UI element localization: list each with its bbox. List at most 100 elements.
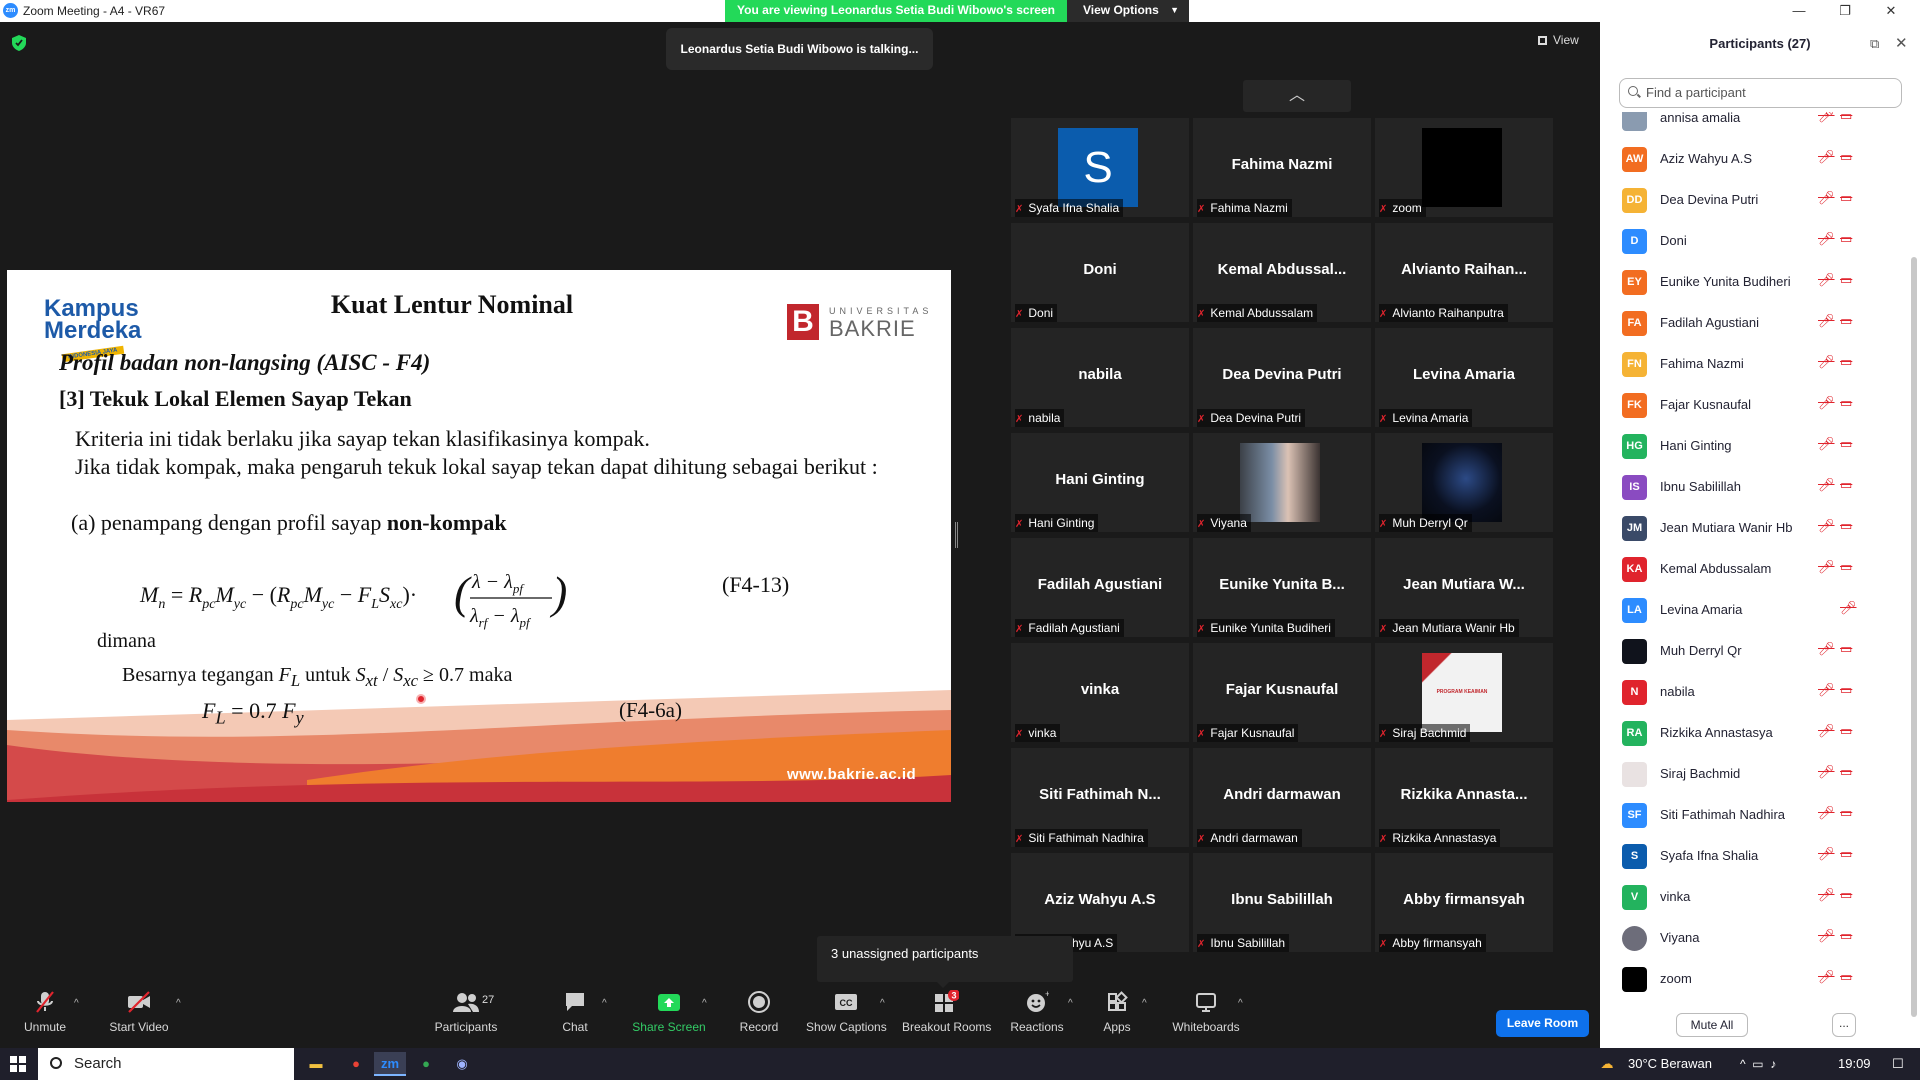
show-captions-button[interactable]: CC Show Captions ^ xyxy=(806,990,887,1048)
microphone-muted-icon[interactable]: 🎤︎ xyxy=(1818,969,1835,985)
video-tile[interactable]: PROGRAM KEAIMAN ✗ Siraj Bachmid xyxy=(1375,643,1553,742)
system-tray-icons[interactable]: ^ ▭ ♪ xyxy=(1740,1048,1776,1080)
breakout-rooms-button[interactable]: 3 Breakout Rooms xyxy=(902,989,991,1048)
video-off-icon[interactable]: ▭ xyxy=(1840,928,1852,944)
microphone-muted-icon[interactable]: 🎤︎ xyxy=(1818,272,1835,288)
caret-up-icon[interactable]: ^ xyxy=(880,998,885,1009)
participant-row[interactable]: HG Hani Ginting 🎤︎ ▭ xyxy=(1600,426,1900,467)
video-tile[interactable]: Levina Amaria ✗ Levina Amaria xyxy=(1375,328,1553,427)
participant-row[interactable]: FN Fahima Nazmi 🎤︎ ▭ xyxy=(1600,344,1900,385)
microphone-muted-icon[interactable]: 🎤︎ xyxy=(1818,436,1835,452)
video-off-icon[interactable]: ▭ xyxy=(1840,887,1852,903)
microphone-muted-icon[interactable]: 🎤︎ xyxy=(1818,112,1835,124)
video-tile[interactable]: Andri darmawan ✗ Andri darmawan xyxy=(1193,748,1371,847)
weather-icon[interactable]: ☁ xyxy=(1598,1048,1616,1080)
participant-row[interactable]: AW Aziz Wahyu A.S 🎤︎ ▭ xyxy=(1600,139,1900,180)
microphone-muted-icon[interactable]: 🎤︎ xyxy=(1818,887,1835,903)
microphone-muted-icon[interactable]: 🎤︎ xyxy=(1818,805,1835,821)
video-off-icon[interactable]: ▭ xyxy=(1840,112,1852,124)
caret-up-icon[interactable]: ^ xyxy=(176,998,181,1009)
windows-start-icon[interactable] xyxy=(10,1056,26,1072)
microphone-muted-icon[interactable]: 🎤︎ xyxy=(1818,395,1835,411)
participant-row[interactable]: SF Siti Fathimah Nadhira 🎤︎ ▭ xyxy=(1600,795,1900,836)
caret-up-icon[interactable]: ^ xyxy=(1238,998,1243,1009)
participants-button[interactable]: Participants 27 xyxy=(430,990,502,1048)
participant-row[interactable]: annisa amalia 🎤︎ ▭ xyxy=(1600,112,1900,139)
share-screen-button[interactable]: Share Screen ^ xyxy=(630,990,708,1048)
video-off-icon[interactable]: ▭ xyxy=(1840,682,1852,698)
participant-row[interactable]: RA Rizkika Annastasya 🎤︎ ▭ xyxy=(1600,713,1900,754)
app-taskbar-icon[interactable]: ◉ xyxy=(446,1052,478,1076)
video-off-icon[interactable]: ▭ xyxy=(1840,190,1852,206)
participant-row[interactable]: D Doni 🎤︎ ▭ xyxy=(1600,221,1900,262)
participant-row[interactable]: FA Fadilah Agustiani 🎤︎ ▭ xyxy=(1600,303,1900,344)
caret-up-icon[interactable]: ^ xyxy=(702,998,707,1009)
weather-text[interactable]: 30°C Berawan xyxy=(1628,1048,1712,1080)
video-off-icon[interactable]: ▭ xyxy=(1840,764,1852,780)
participant-row[interactable]: FK Fajar Kusnaufal 🎤︎ ▭ xyxy=(1600,385,1900,426)
video-tile[interactable]: Fadilah Agustiani ✗ Fadilah Agustiani xyxy=(1011,538,1189,637)
reactions-button[interactable]: + Reactions ^ xyxy=(1010,989,1072,1048)
security-shield-icon[interactable] xyxy=(12,35,26,51)
microphone-muted-icon[interactable]: 🎤︎ xyxy=(1818,641,1835,657)
participant-row[interactable]: Vvinka 🎤︎ ▭ xyxy=(1600,877,1900,918)
video-off-icon[interactable]: ▭ xyxy=(1840,272,1852,288)
microphone-muted-icon[interactable]: 🎤︎ xyxy=(1818,928,1835,944)
video-tile[interactable]: Dea Devina Putri ✗ Dea Devina Putri xyxy=(1193,328,1371,427)
minimize-button[interactable]: — xyxy=(1776,0,1822,22)
view-options-button[interactable]: View Options ▼ xyxy=(1067,0,1189,22)
participant-row[interactable]: KA Kemal Abdussalam 🎤︎ ▭ xyxy=(1600,549,1900,590)
video-off-icon[interactable]: ▭ xyxy=(1840,805,1852,821)
participant-row[interactable]: Nnabila 🎤︎ ▭ xyxy=(1600,672,1900,713)
chat-button[interactable]: Chat ^ xyxy=(556,990,607,1048)
more-options-button[interactable]: ... xyxy=(1832,1013,1856,1037)
mute-all-button[interactable]: Mute All xyxy=(1676,1013,1748,1037)
video-tile[interactable]: Doni ✗ Doni xyxy=(1011,223,1189,322)
zoom-taskbar-icon[interactable]: zm xyxy=(374,1052,406,1076)
caret-up-icon[interactable]: ^ xyxy=(1142,998,1147,1009)
video-off-icon[interactable]: ▭ xyxy=(1840,723,1852,739)
clock-time[interactable]: 19:09 xyxy=(1838,1048,1871,1080)
video-tile[interactable]: ✗ Muh Derryl Qr xyxy=(1375,433,1553,532)
taskbar-search-box[interactable]: Search xyxy=(38,1048,294,1080)
video-tile[interactable]: vinka ✗ vinka xyxy=(1011,643,1189,742)
restore-button[interactable]: ❐ xyxy=(1822,0,1868,22)
view-button[interactable]: View xyxy=(1538,33,1579,47)
participant-row[interactable]: zoom 🎤︎ ▭ xyxy=(1600,959,1900,1000)
close-panel-icon[interactable]: ✕ xyxy=(1895,34,1908,52)
video-off-icon[interactable]: ▭ xyxy=(1840,313,1852,329)
video-off-icon[interactable]: ▭ xyxy=(1840,559,1852,575)
video-off-icon[interactable]: ▭ xyxy=(1840,641,1852,657)
leave-room-button[interactable]: Leave Room xyxy=(1496,1010,1589,1037)
microphone-muted-icon[interactable]: 🎤︎ xyxy=(1818,559,1835,575)
video-tile[interactable]: Abby firmansyah ✗ Abby firmansyah xyxy=(1375,853,1553,952)
video-tile[interactable]: Ibnu Sabilillah ✗ Ibnu Sabilillah xyxy=(1193,853,1371,952)
microphone-muted-icon[interactable]: 🎤︎ xyxy=(1840,600,1857,616)
video-tile[interactable]: Fajar Kusnaufal ✗ Fajar Kusnaufal xyxy=(1193,643,1371,742)
caret-up-icon[interactable]: ^ xyxy=(1068,998,1073,1009)
video-off-icon[interactable]: ▭ xyxy=(1840,477,1852,493)
video-tile[interactable]: ✗ Viyana xyxy=(1193,433,1371,532)
microphone-muted-icon[interactable]: 🎤︎ xyxy=(1818,764,1835,780)
find-participant-input[interactable]: Find a participant xyxy=(1619,78,1902,108)
video-off-icon[interactable]: ▭ xyxy=(1840,395,1852,411)
whiteboards-button[interactable]: Whiteboards ^ xyxy=(1166,990,1246,1048)
participant-row[interactable]: Muh Derryl Qr 🎤︎ ▭ xyxy=(1600,631,1900,672)
participant-row[interactable]: Siraj Bachmid 🎤︎ ▭ xyxy=(1600,754,1900,795)
video-tile[interactable]: ✗ zoom xyxy=(1375,118,1553,217)
participant-row[interactable]: LA Levina Amaria 🎤︎ xyxy=(1600,590,1900,631)
participant-row[interactable]: JM Jean Mutiara Wanir Hb 🎤︎ ▭ xyxy=(1600,508,1900,549)
video-off-icon[interactable]: ▭ xyxy=(1840,969,1852,985)
caret-up-icon[interactable]: ^ xyxy=(74,998,79,1009)
participants-scrollbar[interactable] xyxy=(1911,257,1917,1017)
video-tile[interactable]: Eunike Yunita B... ✗ Eunike Yunita Budiher… xyxy=(1193,538,1371,637)
participant-row[interactable]: IS Ibnu Sabilillah 🎤︎ ▭ xyxy=(1600,467,1900,508)
video-tile[interactable]: Rizkika Annasta... ✗ Rizkika Annastasya xyxy=(1375,748,1553,847)
video-tile[interactable]: S ✗ Syafa Ifna Shalia xyxy=(1011,118,1189,217)
video-off-icon[interactable]: ▭ xyxy=(1840,436,1852,452)
video-tile[interactable]: Kemal Abdussal... ✗ Kemal Abdussalam xyxy=(1193,223,1371,322)
record-button[interactable]: Record xyxy=(738,990,780,1048)
video-tile[interactable]: Hani Ginting ✗ Hani Ginting xyxy=(1011,433,1189,532)
video-off-icon[interactable]: ▭ xyxy=(1840,231,1852,247)
microphone-muted-icon[interactable]: 🎤︎ xyxy=(1818,723,1835,739)
